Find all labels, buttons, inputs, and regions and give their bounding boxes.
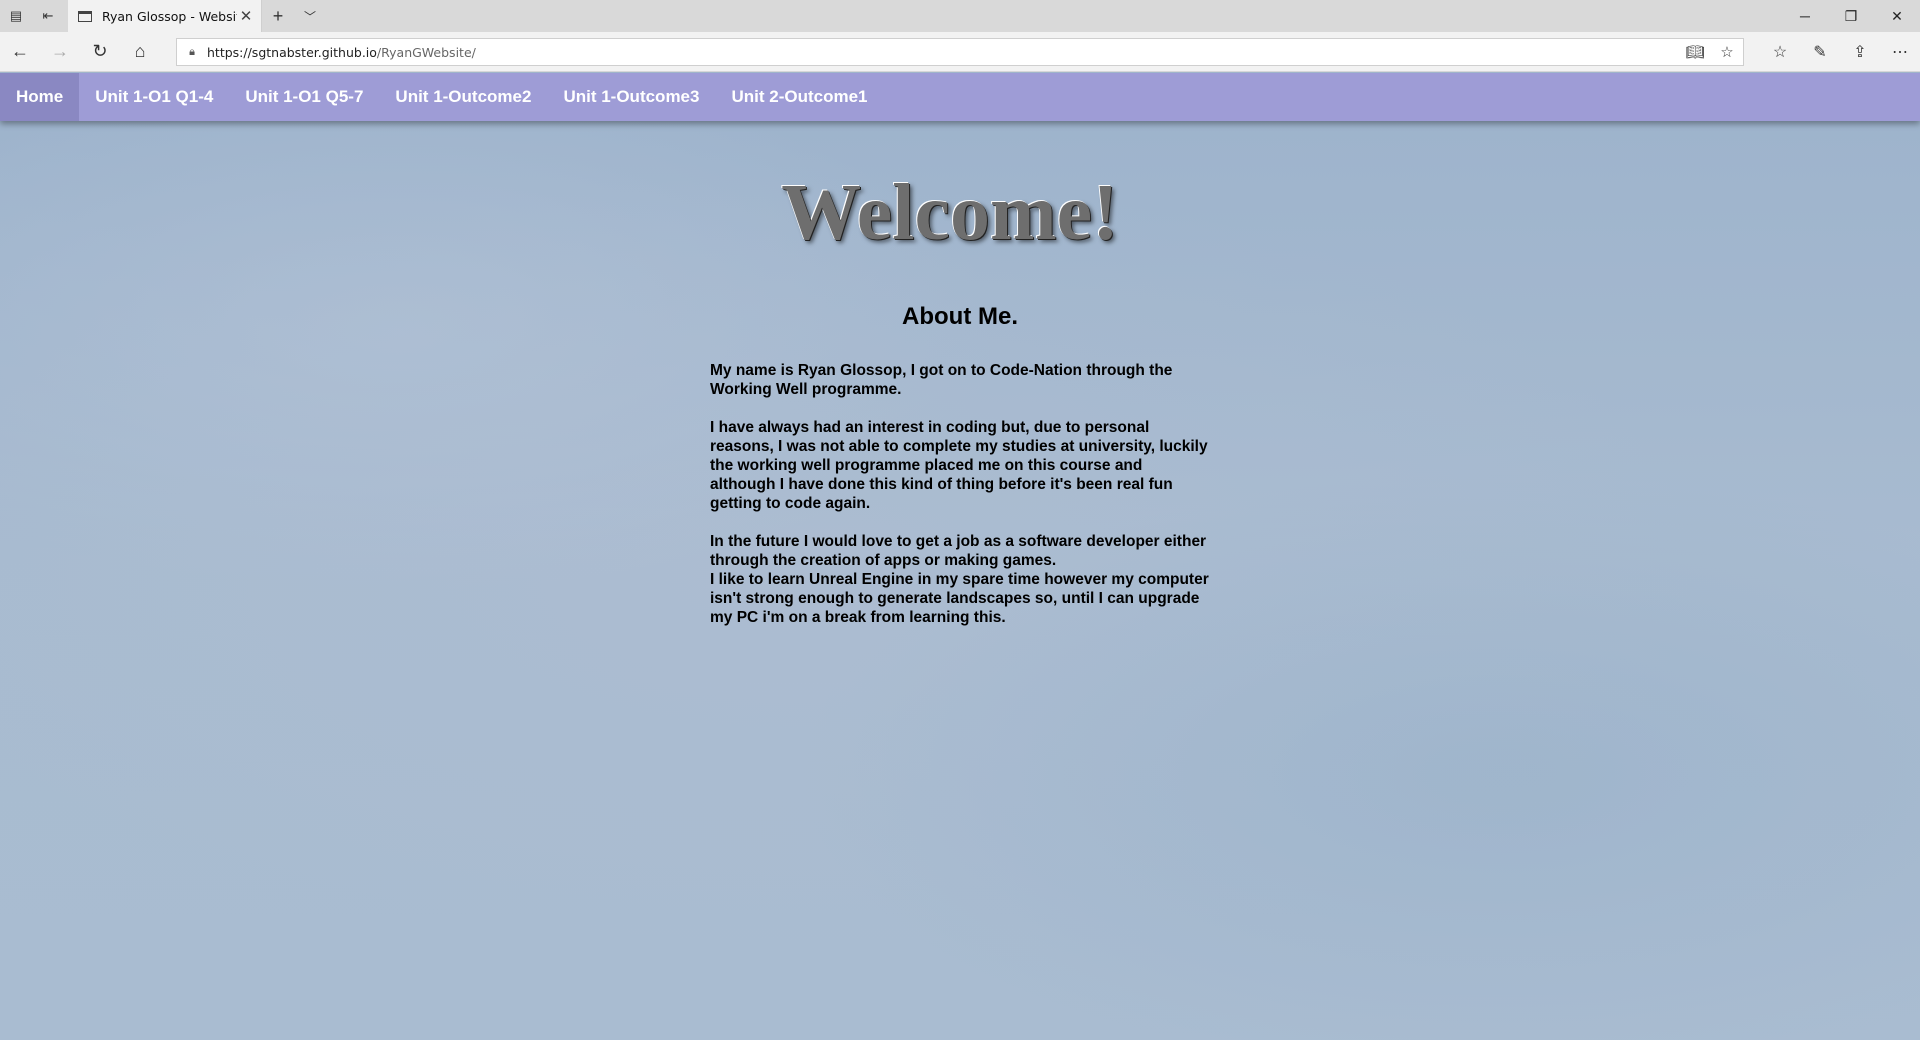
window-controls: ─ ❐ ✕ [1782,0,1920,32]
set-aside-icon[interactable]: ⇤ [32,0,64,32]
arrow-left-icon[interactable]: ← [0,32,40,72]
share-icon[interactable]: ⇪ [1840,32,1880,72]
pen-icon[interactable]: ✎ [1800,32,1840,72]
plus-icon[interactable]: + [262,0,294,32]
close-window-icon[interactable]: ✕ [1874,0,1920,32]
welcome-heading: Welcome! [781,169,1119,257]
site-nav: Home Unit 1-O1 Q1-4 Unit 1-O1 Q5-7 Unit … [0,73,1920,121]
favorites-list-icon[interactable]: ☆ [1760,32,1800,72]
about-paragraph: In the future I would love to get a job … [710,533,1207,569]
about-paragraph: I like to learn Unreal Engine in my spar… [710,571,1209,626]
nav-unit1-outcome2[interactable]: Unit 1-Outcome2 [379,73,547,121]
nav-home[interactable]: Home [0,73,80,121]
about-paragraph: My name is Ryan Glossop, I got on to Cod… [710,362,1173,398]
nav-unit1-o1-q1-4[interactable]: Unit 1-O1 Q1-4 [79,73,229,121]
arrow-right-icon[interactable]: → [40,32,80,72]
close-tab-icon[interactable]: ✕ [237,7,255,25]
nav-unit2-outcome1[interactable]: Unit 2-Outcome1 [715,73,883,121]
ellipsis-icon[interactable]: ⋯ [1880,32,1920,72]
nav-unit1-outcome3[interactable]: Unit 1-Outcome3 [547,73,715,121]
star-icon[interactable]: ☆ [1711,39,1743,65]
book-icon[interactable]: 📖︎ [1679,39,1711,65]
refresh-icon[interactable]: ↻ [80,32,120,72]
lock-icon[interactable]: 🔒︎ [177,46,207,59]
minimize-icon[interactable]: ─ [1782,0,1828,32]
about-text: My name is Ryan Glossop, I got on to Cod… [710,361,1210,627]
page-icon [78,10,92,22]
tab-bar: ▤ ⇤ Ryan Glossop - Website ✕ + ﹀ ─ ❐ ✕ [0,0,1920,32]
address-bar[interactable]: 🔒︎ https://sgtnabster.github.io/RyanGWeb… [176,38,1744,66]
tab-title: Ryan Glossop - Website [102,8,237,24]
restore-icon[interactable]: ❐ [1828,0,1874,32]
home-icon[interactable]: ⌂ [120,32,160,72]
chevron-down-icon[interactable]: ﹀ [294,0,326,32]
browser-tab[interactable]: Ryan Glossop - Website ✕ [68,0,262,32]
toolbar-right: ☆ ✎ ⇪ ⋯ [1760,32,1920,72]
page-viewport: Home Unit 1-O1 Q1-4 Unit 1-O1 Q5-7 Unit … [0,73,1920,1040]
nav-unit1-o1-q5-7[interactable]: Unit 1-O1 Q5-7 [229,73,379,121]
url-text[interactable]: https://sgtnabster.github.io/RyanGWebsit… [207,45,476,60]
tabs-aside-icon[interactable]: ▤ [0,0,32,32]
about-heading: About Me. [902,303,1018,330]
about-paragraph: I have always had an interest in coding … [710,419,1208,512]
